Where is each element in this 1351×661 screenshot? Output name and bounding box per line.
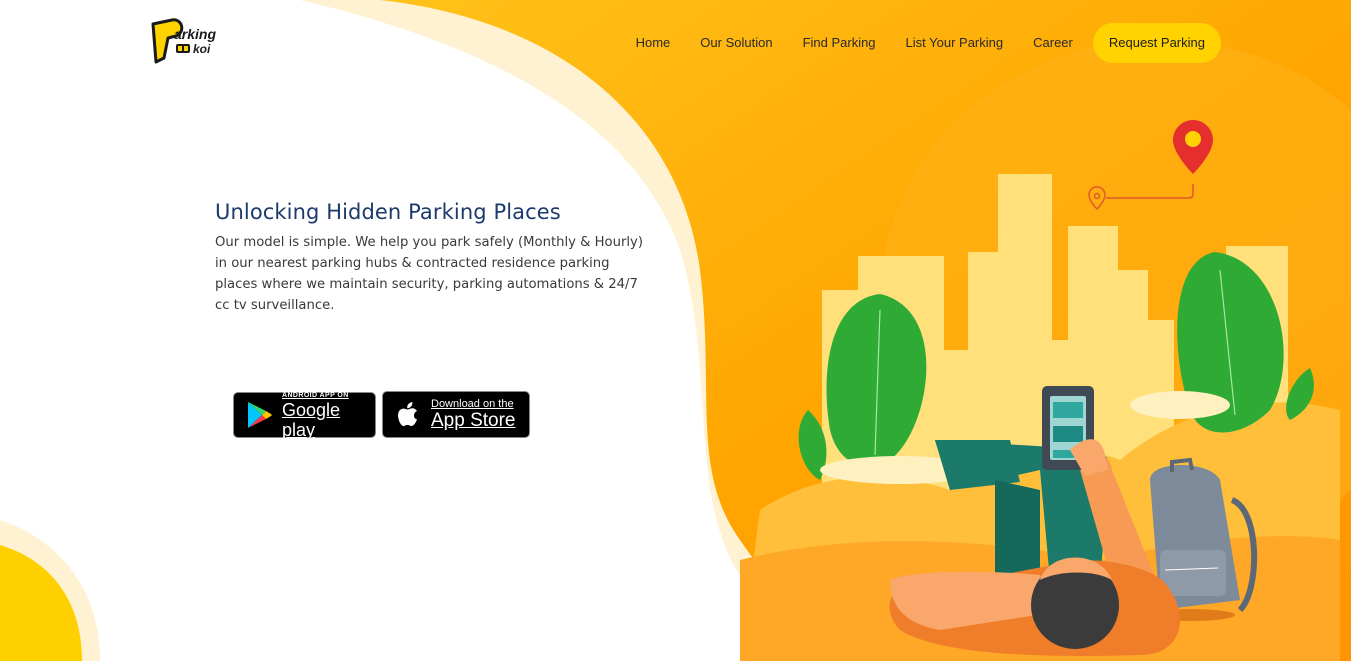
nav-list-your-parking[interactable]: List Your Parking [906, 23, 1004, 63]
nav-our-solution[interactable]: Our Solution [700, 23, 772, 63]
nav-career[interactable]: Career [1033, 23, 1073, 63]
logo-text-bottom: koi [193, 42, 211, 56]
small-pin-icon [1088, 186, 1106, 211]
hero-illustration [740, 120, 1340, 661]
nav-find-parking[interactable]: Find Parking [803, 23, 876, 63]
google-play-button[interactable]: ANDROID APP ON Google play [233, 391, 376, 440]
parkingkoi-logo[interactable]: arking koi [150, 18, 230, 64]
app-store-big-text: App Store [431, 410, 516, 431]
logo-text-top: arking [174, 26, 216, 42]
hero-title: Unlocking Hidden Parking Places [215, 200, 561, 224]
apple-icon [398, 401, 417, 426]
google-play-big-text: Google play [282, 399, 341, 440]
hero-section: Unlocking Hidden Parking Places Our mode… [215, 200, 655, 316]
google-play-icon [248, 402, 272, 428]
map-pin-icon [1173, 120, 1213, 174]
nav-home[interactable]: Home [636, 23, 671, 63]
hero-description: Our model is simple. We help you park sa… [215, 235, 644, 313]
main-nav: Home Our Solution Find Parking List Your… [606, 23, 1221, 63]
google-play-small-text: ANDROID APP ON [282, 391, 349, 399]
app-store-button[interactable]: Download on the App Store [382, 391, 530, 438]
request-parking-button[interactable]: Request Parking [1092, 23, 1221, 63]
